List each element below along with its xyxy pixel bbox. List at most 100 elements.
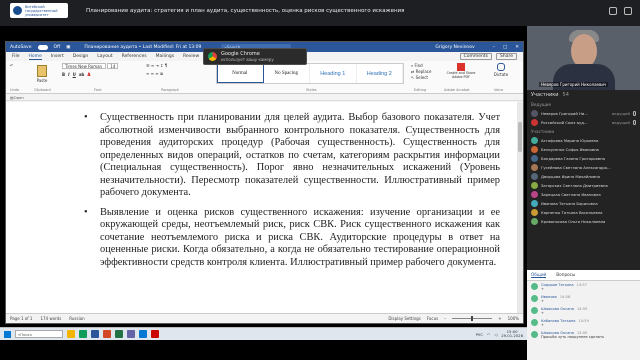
autosave-toggle[interactable] [37, 44, 48, 50]
language[interactable]: Russian [69, 316, 84, 321]
paste-icon[interactable] [37, 65, 47, 77]
font-name-select[interactable]: Times New Roman [62, 63, 106, 69]
powerpoint-taskbar-icon[interactable] [103, 330, 111, 338]
italic-icon[interactable]: I [68, 72, 70, 77]
adobe-pdf-icon[interactable] [457, 63, 465, 71]
select-button[interactable]: ↖ Select [411, 75, 431, 81]
word-statusbar: Page 1 of 1 174 words Russian Display Se… [6, 313, 523, 323]
maximize-icon[interactable]: □ [503, 45, 507, 50]
participant-row[interactable]: Астафьева Марина Юрьевна [527, 136, 640, 145]
align-left-icon[interactable]: ≡ [146, 71, 149, 76]
tab-chat-general[interactable]: Общий [531, 272, 547, 278]
scroll-thumb[interactable] [518, 122, 522, 152]
bullets-icon[interactable]: ☰ [146, 63, 150, 68]
close-icon[interactable]: ✕ [515, 45, 519, 50]
lead-row[interactable]: Неверов Григорий Ни... ведущий [527, 109, 640, 118]
justify-icon[interactable]: ≣ [160, 71, 163, 76]
open-label[interactable]: Open [14, 95, 24, 100]
vertical-scrollbar[interactable] [517, 102, 523, 315]
participant-row[interactable]: Загарских Светлана Дмитриевна [527, 181, 640, 190]
tab-layout[interactable]: Layout [97, 54, 112, 59]
style-no-spacing[interactable]: No Spacing [264, 64, 310, 83]
microphone-icon[interactable] [497, 63, 505, 71]
edge-taskbar-icon[interactable] [139, 330, 147, 338]
acrobat-label[interactable]: Create and Share Adobe PDF [444, 71, 478, 80]
focus-mode[interactable]: Focus [427, 316, 438, 321]
align-right-icon[interactable]: ≡ [155, 71, 158, 76]
zoom-slider[interactable] [452, 316, 493, 321]
strikethrough-icon[interactable]: ab [79, 72, 85, 77]
tab-design[interactable]: Design [73, 54, 89, 59]
clock-date: 29.01.2026 [501, 333, 523, 338]
tab-references[interactable]: References [122, 54, 147, 59]
tab-mailings[interactable]: Mailings [156, 54, 174, 59]
layout-icon[interactable] [609, 7, 617, 15]
language-indicator[interactable]: РУС [476, 332, 483, 337]
word-count[interactable]: 174 words [40, 316, 61, 321]
microphone-icon[interactable] [633, 120, 636, 125]
numbering-icon[interactable]: ≡ [151, 63, 154, 68]
file-explorer-icon[interactable] [67, 330, 75, 338]
teams-taskbar-icon[interactable] [127, 330, 135, 338]
acrobat-group: Create and Share Adobe PDF [444, 63, 478, 80]
zoom-out-icon[interactable]: – [444, 316, 446, 321]
participant-row[interactable]: Дворцова Ирина Михайловна [527, 172, 640, 181]
participant-row[interactable]: Гусейнова Светлана Александро... [527, 163, 640, 172]
participant-row[interactable]: Иванова Татьяна Борисовна [527, 199, 640, 208]
tab-review[interactable]: Review [183, 54, 199, 59]
undo-icon[interactable]: ↶ [10, 63, 13, 68]
style-heading-2[interactable]: Heading 2 [357, 64, 403, 83]
avatar [531, 283, 538, 290]
dictate-label[interactable]: Dictate [488, 72, 514, 77]
paste-label[interactable]: Paste [30, 78, 54, 83]
user-name[interactable]: Grigory Nevinnov [435, 45, 474, 50]
tab-home[interactable]: Home [28, 54, 42, 60]
style-heading-1[interactable]: Heading 1 [310, 64, 357, 83]
display-settings[interactable]: Display Settings [388, 316, 420, 321]
minimize-icon[interactable]: – [493, 45, 495, 50]
save-icon[interactable]: ▣ [66, 45, 70, 50]
share-button[interactable]: Share [496, 53, 517, 60]
tab-insert[interactable]: Insert [51, 54, 64, 59]
avatar [531, 155, 538, 162]
speaker-video[interactable]: Неверов Григорий Николаевич [527, 26, 640, 90]
document-body[interactable]: • Существенность при планировании для це… [84, 112, 500, 269]
fullscreen-icon[interactable] [624, 7, 632, 15]
sort-icon[interactable]: ↕ [160, 63, 163, 68]
participant-row[interactable]: Бондарева Галина Григорьевна [527, 154, 640, 163]
avatar [531, 137, 538, 144]
clock[interactable]: 15:00 29.01.2026 [501, 329, 523, 339]
excel-taskbar-icon[interactable] [115, 330, 123, 338]
font-size-select[interactable]: 14 [107, 63, 119, 69]
camera-notification[interactable]: Google Chrome использует вашу камеру [203, 48, 307, 65]
indent-icon[interactable]: ⇥ [156, 63, 159, 68]
autosave-state: Off [53, 44, 61, 50]
pilcrow-icon[interactable]: ¶ [165, 63, 168, 68]
windows-start-icon[interactable] [4, 330, 11, 338]
volume-icon[interactable]: ◁ [494, 332, 497, 337]
word-taskbar-icon[interactable] [91, 330, 99, 338]
underline-icon[interactable]: U [73, 72, 76, 77]
clipboard-group: Paste [30, 63, 54, 83]
participant-row[interactable]: Белоусенко Софья Ивановна [527, 145, 640, 154]
bold-icon[interactable]: B [62, 72, 65, 77]
page-count[interactable]: Page 1 of 1 [10, 316, 32, 321]
tab-file[interactable]: File [12, 54, 20, 59]
zoom-in-icon[interactable]: + [498, 316, 501, 321]
participant-row[interactable]: Зарецкая Светлана Ивановна [527, 190, 640, 199]
lead-row[interactable]: Российский Союз ауд... ведущий [527, 118, 640, 127]
participant-row[interactable]: Карпенко Татьяна Васильевна [527, 208, 640, 217]
align-center-icon[interactable]: ≡ [151, 71, 154, 76]
zoom-level[interactable]: 100% [508, 316, 519, 321]
microphone-icon[interactable] [633, 111, 636, 116]
comments-button[interactable]: Comments [459, 53, 492, 60]
zoom-thumb[interactable] [471, 316, 474, 321]
wifi-icon[interactable]: ◠ [487, 332, 490, 337]
participant-row[interactable]: Кривоносова Ольга Николаевна [527, 217, 640, 226]
style-normal[interactable]: Normal [217, 64, 264, 83]
taskbar-search[interactable]: ⌕ Поиск [15, 330, 63, 338]
pdf-taskbar-icon[interactable] [151, 330, 159, 338]
chrome-taskbar-icon[interactable] [79, 330, 87, 338]
font-color-icon[interactable]: A [87, 72, 90, 77]
tab-chat-questions[interactable]: Вопросы [556, 272, 575, 278]
